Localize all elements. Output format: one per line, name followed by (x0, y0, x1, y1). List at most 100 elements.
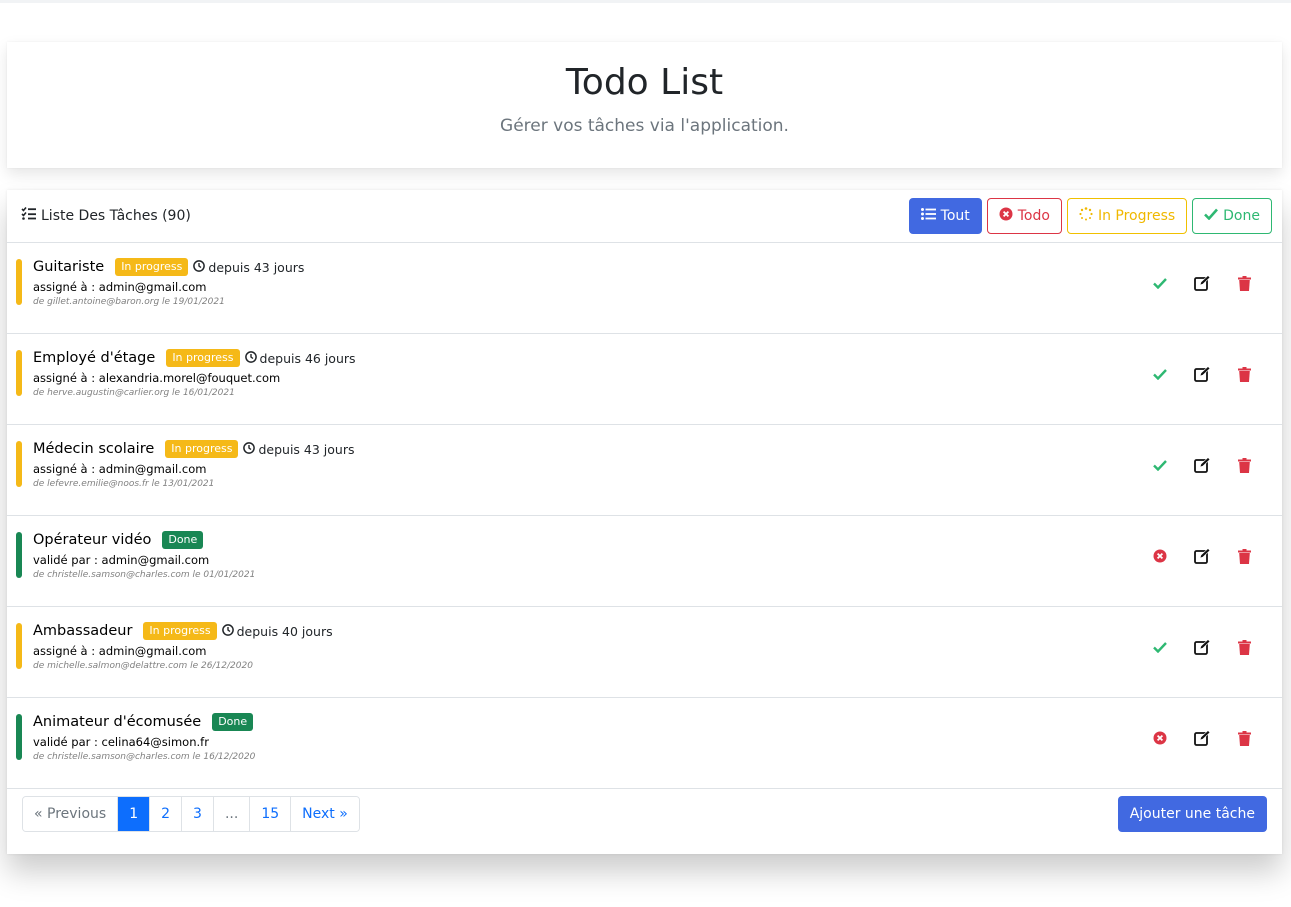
trash-icon[interactable] (1234, 637, 1254, 657)
task-age-text: depuis 46 jours (259, 350, 356, 366)
task-age-text: depuis 40 jours (236, 623, 333, 639)
task-assignment: validé par : admin@gmail.com (33, 553, 210, 567)
trash-icon[interactable] (1234, 728, 1254, 748)
task-row: Guitariste In progress depuis 43 jours a… (7, 243, 1282, 334)
edit-icon[interactable] (1192, 273, 1212, 293)
filter-done-button[interactable]: Done (1192, 198, 1272, 234)
top-divider (0, 0, 1291, 3)
filter-todo-label: Todo (1017, 208, 1050, 224)
edit-icon[interactable] (1192, 728, 1212, 748)
mark-done-check-icon[interactable] (1150, 637, 1170, 657)
task-meta: de gillet.antoine@baron.org le 19/01/202… (33, 297, 225, 307)
task-title: Animateur d'écomusée (33, 714, 202, 730)
task-actions (1150, 273, 1254, 293)
task-assignment: validé par : celina64@simon.fr (33, 735, 209, 749)
mark-done-check-icon[interactable] (1150, 273, 1170, 293)
task-meta: de herve.augustin@carlier.org le 16/01/2… (33, 388, 235, 398)
status-indicator-bar (16, 259, 22, 305)
status-indicator-bar (16, 714, 22, 760)
mark-todo-times-circle-icon[interactable] (1150, 728, 1170, 748)
edit-icon[interactable] (1192, 546, 1212, 566)
task-actions (1150, 637, 1254, 657)
list-icon (920, 208, 936, 224)
task-title: Ambassadeur (33, 623, 133, 639)
tasks-card: Liste Des Tâches (90) Tout Todo In Progr… (7, 190, 1282, 854)
tasks-header: Liste Des Tâches (90) Tout Todo In Progr… (7, 190, 1282, 243)
task-meta: de michelle.salmon@delattre.com le 26/12… (33, 661, 253, 671)
pagination: « Previous 1 2 3 ... 15 Next » (22, 796, 360, 832)
task-assignment: assigné à : alexandria.morel@fouquet.com (33, 371, 281, 385)
task-row: Ambassadeur In progress depuis 40 jours … (7, 607, 1282, 698)
add-task-button[interactable]: Ajouter une tâche (1117, 796, 1267, 832)
filter-todo-button[interactable]: Todo (986, 198, 1062, 234)
task-age-text: depuis 43 jours (208, 259, 305, 275)
status-badge: Done (212, 713, 254, 731)
filter-in-progress-label: In Progress (1097, 208, 1176, 224)
status-indicator-bar (16, 350, 22, 396)
status-badge: In progress (115, 258, 189, 276)
filter-done-label: Done (1223, 208, 1260, 224)
tasks-footer: « Previous 1 2 3 ... 15 Next » Ajouter u… (7, 788, 1282, 854)
task-title: Médecin scolaire (33, 441, 155, 457)
mark-done-check-icon[interactable] (1150, 364, 1170, 384)
task-row: Animateur d'écomusée Done validé par : c… (7, 698, 1282, 789)
status-filters: Tout Todo In Progress Done (908, 198, 1272, 234)
task-age: depuis 43 jours (193, 260, 304, 275)
check-icon (1204, 208, 1219, 224)
pagination-ellipsis: ... (212, 797, 250, 831)
task-meta: de christelle.samson@charles.com le 01/0… (33, 570, 256, 580)
times-circle-icon (999, 207, 1013, 225)
task-assignment: assigné à : admin@gmail.com (33, 644, 207, 658)
task-actions (1150, 455, 1254, 475)
mark-todo-times-circle-icon[interactable] (1150, 546, 1170, 566)
filter-all-button[interactable]: Tout (908, 198, 982, 234)
trash-icon[interactable] (1234, 273, 1254, 293)
filter-all-label: Tout (940, 208, 970, 224)
task-assignment: assigné à : admin@gmail.com (33, 462, 207, 476)
status-badge: In progress (143, 622, 217, 640)
task-meta: de christelle.samson@charles.com le 16/1… (33, 752, 256, 762)
page-title: Todo List (565, 62, 724, 103)
task-title: Guitariste (33, 259, 105, 275)
spinner-icon (1079, 207, 1093, 225)
task-actions (1150, 546, 1254, 566)
trash-icon[interactable] (1234, 546, 1254, 566)
clock-icon (221, 623, 234, 639)
pagination-page-3[interactable]: 3 (181, 797, 213, 831)
task-age-text: depuis 43 jours (258, 441, 355, 457)
status-badge: In progress (166, 349, 240, 367)
edit-icon[interactable] (1192, 455, 1212, 475)
pagination-next[interactable]: Next » (290, 797, 359, 831)
clock-icon (244, 350, 257, 366)
header-card: Todo List Gérer vos tâches via l'applica… (7, 42, 1282, 168)
filter-in-progress-button[interactable]: In Progress (1066, 198, 1188, 234)
status-badge: In progress (165, 440, 239, 458)
task-title: Employé d'étage (33, 350, 156, 366)
trash-icon[interactable] (1234, 455, 1254, 475)
page-subtitle: Gérer vos tâches via l'application. (500, 116, 789, 136)
task-actions (1150, 364, 1254, 384)
pagination-page-1[interactable]: 1 (117, 797, 150, 831)
task-title: Opérateur vidéo (33, 532, 152, 548)
tasks-list-icon (21, 206, 36, 224)
task-meta: de lefevre.emilie@noos.fr le 13/01/2021 (33, 479, 215, 489)
pagination-page-2[interactable]: 2 (149, 797, 182, 831)
pagination-previous: « Previous (23, 797, 118, 831)
tasks-title-text: Liste Des Tâches (90) (41, 207, 191, 224)
clock-icon (243, 441, 256, 457)
task-row: Employé d'étage In progress depuis 46 jo… (7, 334, 1282, 425)
task-actions (1150, 728, 1254, 748)
trash-icon[interactable] (1234, 364, 1254, 384)
mark-done-check-icon[interactable] (1150, 455, 1170, 475)
task-row: Médecin scolaire In progress depuis 43 j… (7, 425, 1282, 516)
pagination-page-15[interactable]: 15 (249, 797, 291, 831)
status-indicator-bar (16, 623, 22, 669)
tasks-title: Liste Des Tâches (90) (21, 206, 191, 224)
task-age: depuis 46 jours (244, 350, 356, 366)
task-age: depuis 40 jours (221, 623, 333, 639)
status-indicator-bar (16, 441, 22, 487)
edit-icon[interactable] (1192, 364, 1212, 384)
edit-icon[interactable] (1192, 637, 1212, 657)
status-badge: Done (162, 531, 204, 549)
task-age: depuis 43 jours (243, 442, 354, 457)
